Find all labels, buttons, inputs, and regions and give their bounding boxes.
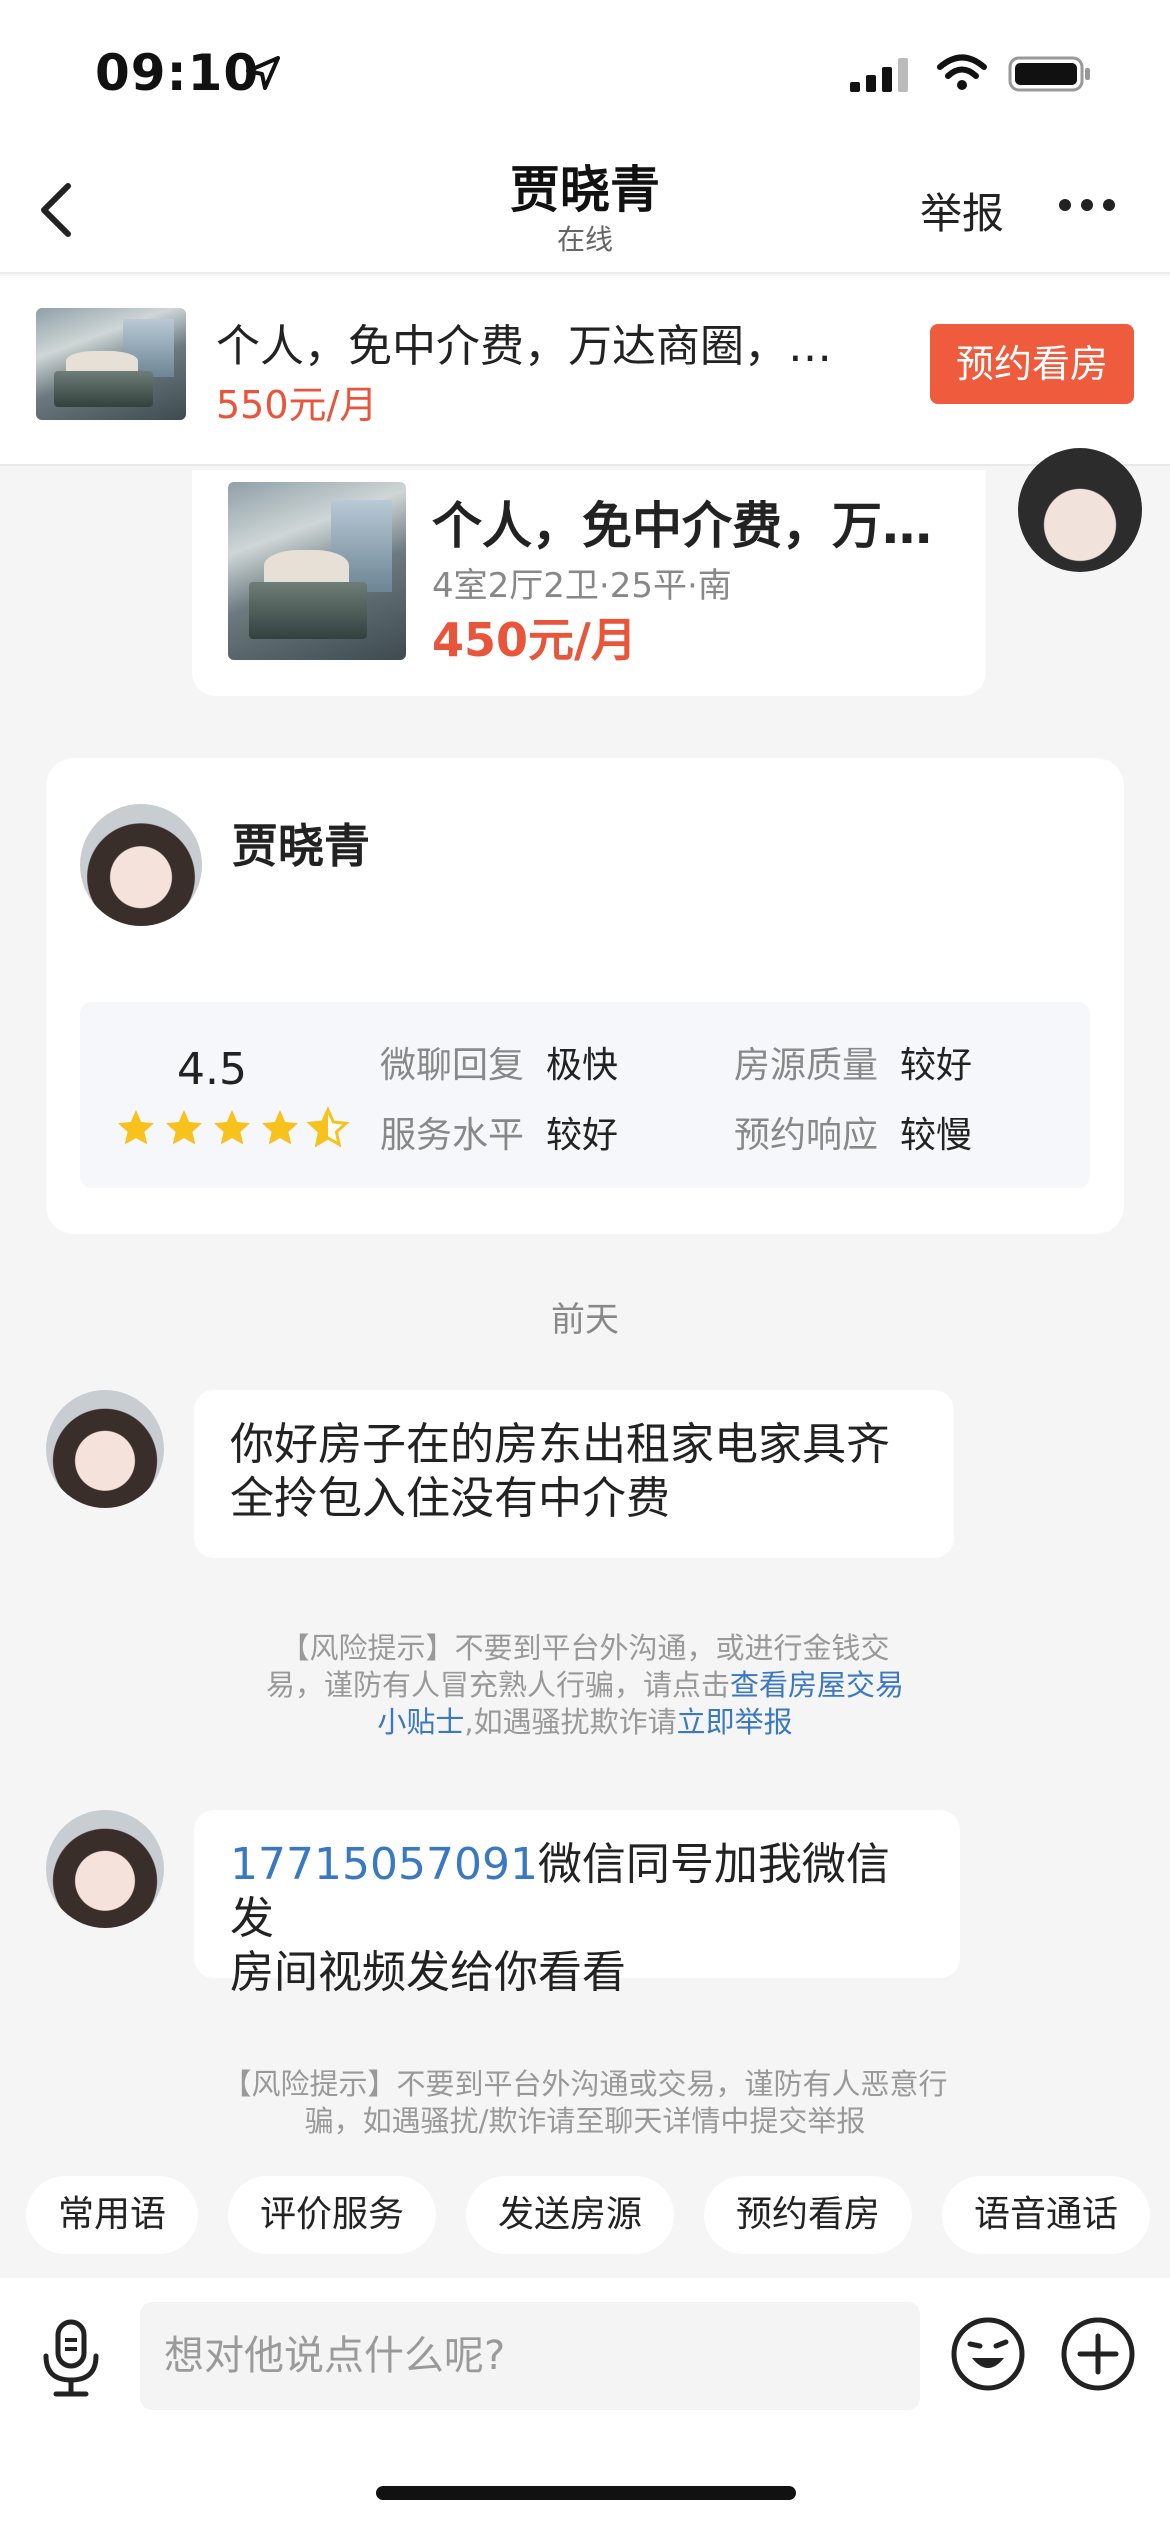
- listing-price: 550元/月: [216, 383, 378, 427]
- risk-text: 易，谨防有人冒充熟人行骗，请点击: [265, 1668, 730, 1702]
- message-text: 全拎包入住没有中介费: [230, 1473, 670, 1524]
- book-viewing-button[interactable]: 预约看房: [930, 324, 1134, 404]
- house-card-title: 个人，免中介费，万…: [432, 497, 932, 555]
- house-card-price: 450元/月: [432, 613, 637, 667]
- metric-label: 服务水平: [380, 1115, 525, 1156]
- landlord-name: 贾晓青: [232, 819, 370, 873]
- metric-value: 较慢: [900, 1115, 973, 1156]
- sender-avatar[interactable]: [46, 1810, 164, 1928]
- metric-value: 极快: [546, 1045, 619, 1086]
- metric-label: 房源质量: [734, 1045, 879, 1086]
- house-card-meta: 4室2厅2卫·25平·南: [432, 566, 732, 606]
- chip-common-phrases[interactable]: 常用语: [26, 2176, 198, 2254]
- chip-book-viewing[interactable]: 预约看房: [704, 2176, 912, 2254]
- house-card-message[interactable]: 个人，免中介费，万… 4室2厅2卫·25平·南 450元/月: [192, 470, 986, 696]
- listing-header[interactable]: 个人，免中介费，万达商圈，… 550元/月 预约看房: [0, 276, 1170, 466]
- rating-stars: [118, 1108, 348, 1146]
- risk-text: ,如遇骚扰欺诈请: [464, 1705, 677, 1739]
- more-options-icon[interactable]: [1058, 198, 1116, 212]
- house-card-thumbnail: [228, 482, 406, 660]
- message-bubble[interactable]: 17715057091微信同号加我微信发 房间视频发给你看看: [194, 1810, 960, 1998]
- risk-text: 【风险提示】不要到平台外沟通或交易，谨防有人恶意行: [222, 2067, 948, 2101]
- status-bar: 09:10: [0, 0, 1170, 140]
- risk-warning: 【风险提示】不要到平台外沟通，或进行金钱交 易，谨防有人冒充熟人行骗，请点击查看…: [170, 1630, 1000, 1741]
- message-text: 你好房子在的房东出租家电家具齐: [230, 1419, 890, 1470]
- rating-summary: 4.5 微聊回复 极快 房源质量 较好 服务水平 较好 预约响应 较慢: [80, 1002, 1090, 1188]
- add-attachment-icon[interactable]: [1060, 2316, 1136, 2392]
- input-bar: [0, 2278, 1170, 2532]
- report-button[interactable]: 举报: [920, 180, 1004, 241]
- metric-label: 微聊回复: [380, 1045, 525, 1086]
- landlord-avatar[interactable]: [80, 804, 202, 926]
- rating-score: 4.5: [177, 1044, 247, 1095]
- quick-action-chips: 常用语 评价服务 发送房源 预约看房 语音通话: [0, 2176, 1170, 2256]
- risk-text: 【风险提示】不要到平台外沟通，或进行金钱交: [280, 1631, 890, 1665]
- sender-avatar[interactable]: [46, 1390, 164, 1508]
- status-time: 09:10: [95, 44, 260, 102]
- star-icon: [118, 1110, 154, 1145]
- transaction-tips-link[interactable]: 查看房屋交易: [730, 1668, 904, 1702]
- star-icon: [262, 1110, 298, 1145]
- chip-voice-call[interactable]: 语音通话: [942, 2176, 1150, 2254]
- metric-label: 预约响应: [734, 1115, 879, 1156]
- location-arrow-icon: [246, 56, 280, 90]
- message-bubble[interactable]: 你好房子在的房东出租家电家具齐 全拎包入住没有中介费: [194, 1390, 954, 1558]
- star-icon: [166, 1110, 202, 1145]
- date-separator: 前天: [551, 1300, 619, 1340]
- wifi-icon: [937, 54, 987, 90]
- landlord-profile-card: 贾晓青 4.5 微聊回复 极快 房源质量 较好 服务水平 较好 预约响应 较慢: [46, 758, 1124, 1234]
- risk-warning-footer: 【风险提示】不要到平台外沟通或交易，谨防有人恶意行 骗，如遇骚扰/欺诈请至聊天详…: [150, 2066, 1020, 2140]
- report-now-link[interactable]: 立即举报: [677, 1705, 793, 1739]
- voice-input-icon[interactable]: [36, 2318, 106, 2398]
- half-star-icon: [308, 1108, 348, 1146]
- nav-bar: 贾晓青 在线 举报: [0, 140, 1170, 274]
- message-input[interactable]: [140, 2302, 920, 2410]
- home-indicator: [376, 2486, 796, 2500]
- risk-text: 骗，如遇骚扰/欺诈请至聊天详情中提交举报: [304, 2104, 866, 2138]
- phone-number-link[interactable]: 17715057091: [230, 1839, 538, 1890]
- emoji-icon[interactable]: [950, 2316, 1026, 2392]
- my-avatar[interactable]: [1018, 448, 1142, 572]
- battery-icon: [1008, 56, 1090, 92]
- star-icon: [214, 1110, 250, 1145]
- cellular-signal-icon: [850, 58, 908, 92]
- listing-thumbnail: [36, 308, 186, 420]
- chip-rate-service[interactable]: 评价服务: [228, 2176, 436, 2254]
- message-text: 房间视频发给你看看: [230, 1947, 626, 1998]
- chip-send-listing[interactable]: 发送房源: [466, 2176, 674, 2254]
- listing-title: 个人，免中介费，万达商圈，…: [216, 321, 832, 372]
- metric-value: 较好: [546, 1115, 619, 1156]
- transaction-tips-link[interactable]: 小贴士: [377, 1705, 464, 1739]
- metric-value: 较好: [900, 1045, 973, 1086]
